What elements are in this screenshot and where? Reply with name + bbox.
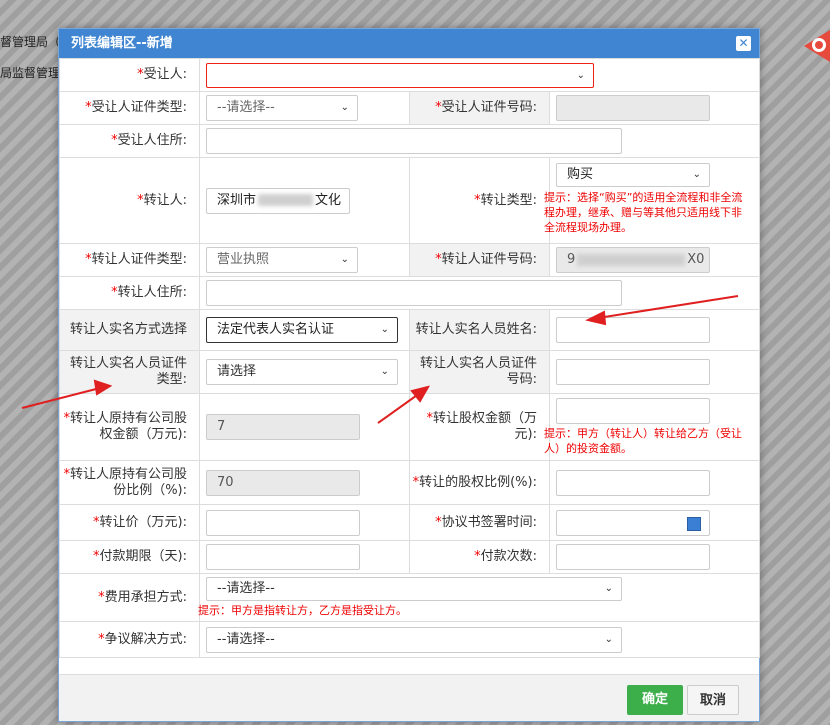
assignee-address-label: *受让人住所: <box>59 124 200 158</box>
sign-date-input[interactable] <box>556 509 710 536</box>
row-share-ratio: *转让人原持有公司股份比例（%): 70 *转让的股权比例(%): <box>59 460 761 505</box>
row-dispute: *争议解决方式: --请选择-- ⌄ <box>59 621 761 658</box>
dialog-titlebar: 列表编辑区--新增 ✕ <box>59 29 759 58</box>
row-assignee-address: *受让人住所: <box>59 124 761 158</box>
transfer-price-label: *转让价（万元): <box>59 504 200 541</box>
assignee-id-no-label: *受让人证件号码: <box>409 91 550 125</box>
assignor-select[interactable]: 深圳市 文化 <box>206 187 350 214</box>
close-icon[interactable]: ✕ <box>736 36 751 51</box>
assignor-id-no-label: *转让人证件号码: <box>409 243 550 277</box>
sign-date-label: *协议书签署时间: <box>409 504 550 541</box>
row-assignor-address: *转让人住所: <box>59 276 761 310</box>
assignor-id-type-select[interactable]: 营业执照 ⌄ <box>206 247 358 273</box>
realname-method-select[interactable]: 法定代表人实名认证 ⌄ <box>206 317 398 343</box>
assignor-label: *转让人: <box>59 157 200 244</box>
chevron-down-icon: ⌄ <box>604 583 613 594</box>
payment-count-label: *付款次数: <box>409 540 550 574</box>
transfer-type-select[interactable]: 购买 ⌄ <box>556 163 710 187</box>
chevron-down-icon: ⌄ <box>604 633 613 645</box>
original-equity-amount-label: *转让人原持有公司股权金额（万元): <box>59 393 200 461</box>
chevron-down-icon: ⌄ <box>380 366 389 377</box>
realname-person-id-no-label: 转让人实名人员证件号码: <box>409 350 550 394</box>
form-area: *受让人: ⌄ *受让人证件类型: --请选择-- ⌄ *受让人证件号码: *受让… <box>59 58 761 658</box>
dialog-footer: 确定 取消 <box>59 674 759 721</box>
row-assignor-id: *转让人证件类型: 营业执照 ⌄ *转让人证件号码: 9 X0 <box>59 243 761 277</box>
transfer-equity-amount-tip: 提示：甲方（转让人）转让给乙方（受让人）的投资金额。 <box>544 427 742 455</box>
assignor-address-input[interactable] <box>206 280 622 306</box>
row-assignor: *转让人: 深圳市 文化 *转让类型: 购买 ⌄ 提示：选择“购买”的适用全流程和非… <box>59 157 761 244</box>
original-share-ratio-label: *转让人原持有公司股份比例（%): <box>59 460 200 505</box>
edit-dialog: 列表编辑区--新增 ✕ *受让人: ⌄ *受让人证件类型: --请选择-- ⌄ *… <box>58 28 761 722</box>
realname-person-id-type-select[interactable]: 请选择 ⌄ <box>206 359 398 385</box>
chevron-down-icon: ⌄ <box>576 69 585 81</box>
realname-person-name-label: 转让人实名人员姓名: <box>409 309 550 351</box>
assignor-address-label: *转让人住所: <box>59 276 200 310</box>
background-logo-shape <box>804 30 830 62</box>
cancel-button[interactable]: 取消 <box>687 685 739 715</box>
row-assignee-id: *受让人证件类型: --请选择-- ⌄ *受让人证件号码: <box>59 91 761 125</box>
chevron-down-icon: ⌄ <box>692 169 701 180</box>
transfer-share-ratio-label: *转让的股权比例(%): <box>409 460 550 505</box>
transfer-share-ratio-input[interactable] <box>556 469 710 496</box>
realname-person-name-input[interactable] <box>556 317 710 343</box>
calendar-icon[interactable] <box>687 516 701 531</box>
payment-term-label: *付款期限（天): <box>59 540 200 574</box>
assignee-id-no-input[interactable] <box>556 95 710 121</box>
row-price-date: *转让价（万元): *协议书签署时间: <box>59 504 761 541</box>
transfer-price-input[interactable] <box>206 509 360 536</box>
original-share-ratio-input[interactable]: 70 <box>206 469 360 496</box>
cost-bearing-label: *费用承担方式: <box>59 573 200 622</box>
transfer-equity-amount-label: *转让股权金额（万元): <box>409 393 550 461</box>
assignee-id-type-select[interactable]: --请选择-- ⌄ <box>206 95 358 121</box>
cost-bearing-select[interactable]: --请选择-- ⌄ <box>206 577 622 601</box>
payment-count-input[interactable] <box>556 544 710 570</box>
assignee-label: *受让人: <box>59 58 200 92</box>
dialog-title: 列表编辑区--新增 <box>71 36 173 51</box>
assignor-id-no-input[interactable]: 9 X0 <box>556 247 710 273</box>
row-payment: *付款期限（天): *付款次数: <box>59 540 761 574</box>
payment-term-input[interactable] <box>206 544 360 570</box>
row-cost-bearing: *费用承担方式: --请选择-- ⌄ 提示：甲方是指转让方，乙方是指受让方。 <box>59 573 761 622</box>
original-equity-amount-input[interactable]: 7 <box>206 414 360 440</box>
confirm-button[interactable]: 确定 <box>627 685 683 715</box>
row-realname-method: 转让人实名方式选择 法定代表人实名认证 ⌄ 转让人实名人员姓名: <box>59 309 761 351</box>
cost-bearing-tip: 提示：甲方是指转让方，乙方是指受让方。 <box>198 604 407 617</box>
assignee-select[interactable]: ⌄ <box>206 62 594 88</box>
assignee-id-type-label: *受让人证件类型: <box>59 91 200 125</box>
realname-person-id-type-label: 转让人实名人员证件类型: <box>59 350 200 394</box>
dispute-resolution-label: *争议解决方式: <box>59 621 200 658</box>
row-equity-amount: *转让人原持有公司股权金额（万元): 7 *转让股权金额（万元): 提示：甲方（… <box>59 393 761 461</box>
form-table: *受让人: ⌄ *受让人证件类型: --请选择-- ⌄ *受让人证件号码: *受让… <box>59 58 761 658</box>
transfer-equity-amount-input[interactable] <box>556 398 710 424</box>
assignee-address-input[interactable] <box>206 128 622 154</box>
background-text-1: 督管理局（ <box>0 35 61 49</box>
transfer-type-label: *转让类型: <box>409 157 550 244</box>
chevron-down-icon: ⌄ <box>340 254 349 265</box>
row-assignee: *受让人: ⌄ <box>59 58 761 92</box>
chevron-down-icon: ⌄ <box>340 102 349 113</box>
transfer-type-tip: 提示：选择“购买”的适用全流程和非全流程办理，继承、赠与等其他只适用线下非全流程… <box>544 191 743 234</box>
background-text-2: 局监督管理 <box>0 66 61 80</box>
assignor-id-type-label: *转让人证件类型: <box>59 243 200 277</box>
realname-person-id-no-input[interactable] <box>556 359 710 385</box>
row-realname-id: 转让人实名人员证件类型: 请选择 ⌄ 转让人实名人员证件号码: <box>59 350 761 394</box>
realname-method-label: 转让人实名方式选择 <box>59 309 200 351</box>
dispute-resolution-select[interactable]: --请选择-- ⌄ <box>206 626 622 653</box>
chevron-down-icon: ⌄ <box>380 324 389 335</box>
